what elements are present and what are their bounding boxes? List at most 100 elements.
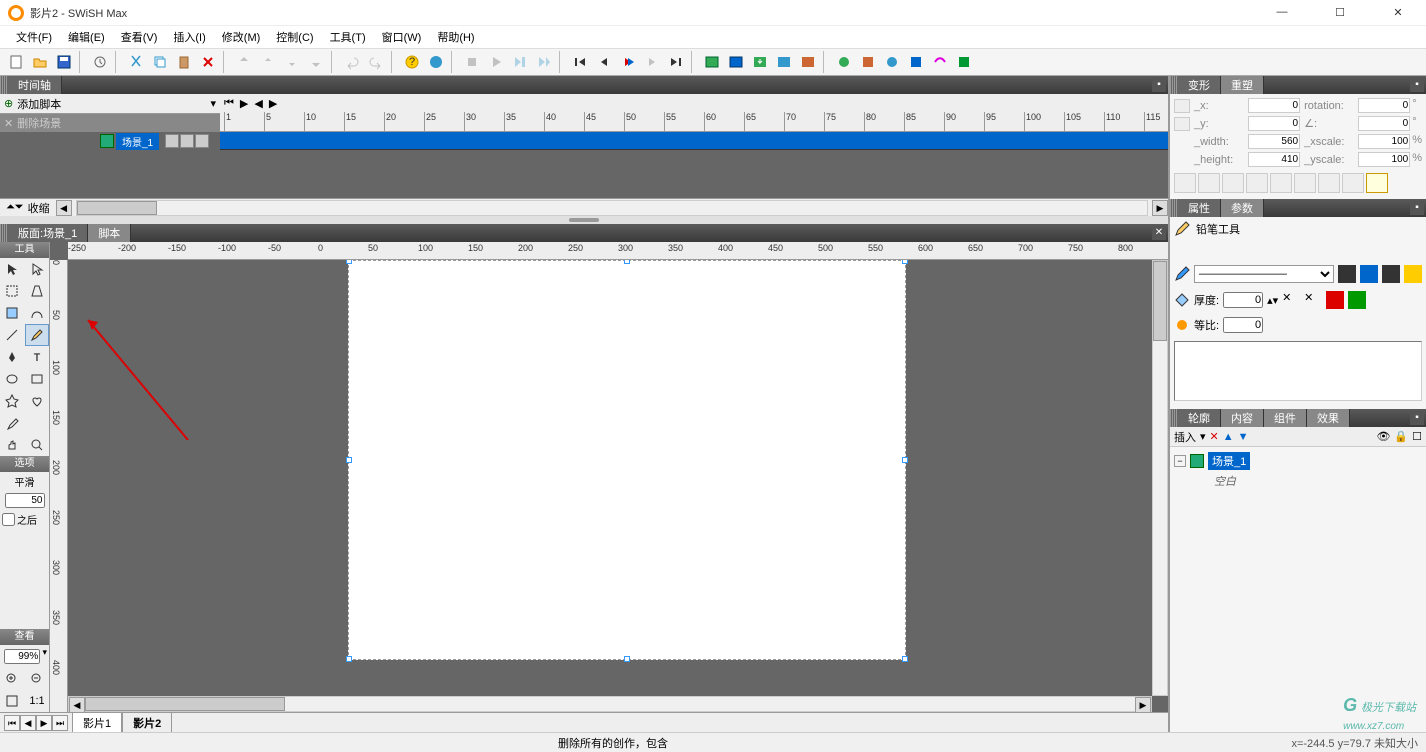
tl-next-icon[interactable]: ▶ — [269, 97, 277, 110]
handle-e[interactable] — [902, 457, 908, 463]
params-tab[interactable]: 参数 — [1221, 199, 1264, 217]
outline-tab[interactable]: 轮廓 — [1178, 409, 1221, 427]
new-button[interactable] — [5, 51, 27, 73]
chscroll-left[interactable]: ◀ — [69, 697, 85, 712]
send-backward-button[interactable] — [281, 51, 303, 73]
tl-first-icon[interactable]: ⏮ — [224, 97, 234, 110]
timeline-close-button[interactable]: ▪ — [1152, 78, 1166, 92]
zoom-in-button[interactable] — [0, 668, 24, 690]
bring-front-button[interactable] — [233, 51, 255, 73]
insert-label[interactable]: 插入 — [1174, 429, 1196, 445]
outline-icon[interactable] — [195, 134, 209, 148]
panel-grip-icon[interactable] — [1170, 409, 1178, 427]
open-button[interactable] — [29, 51, 51, 73]
tf-btn-7[interactable] — [1318, 173, 1340, 193]
menu-view[interactable]: 查看(V) — [115, 27, 164, 47]
add-script-bar[interactable]: ⊕ 添加脚本 ▾ — [0, 94, 220, 114]
tool-c-button[interactable] — [881, 51, 903, 73]
handle-ne[interactable] — [902, 260, 908, 264]
panel-grip-icon[interactable] — [0, 224, 8, 242]
tf-btn-2[interactable] — [1198, 173, 1220, 193]
timeline-hscroll[interactable] — [76, 200, 1148, 216]
delete-button[interactable] — [197, 51, 219, 73]
star-tool[interactable] — [0, 390, 24, 412]
handle-sw[interactable] — [346, 656, 352, 662]
lasso-tool[interactable] — [0, 280, 24, 302]
bring-forward-button[interactable] — [257, 51, 279, 73]
play-button[interactable] — [485, 51, 507, 73]
script-tab[interactable]: 脚本 — [88, 224, 131, 242]
handle-w[interactable] — [346, 457, 352, 463]
tab-next-button[interactable]: ▶ — [36, 715, 52, 731]
play-effect-button[interactable] — [533, 51, 555, 73]
zoom-input[interactable] — [4, 649, 40, 664]
zoom-fit-button[interactable] — [0, 690, 24, 712]
ellipse-tool[interactable] — [0, 368, 24, 390]
export-html-button[interactable] — [773, 51, 795, 73]
undo-button[interactable] — [341, 51, 363, 73]
hscroll-left-button[interactable]: ◀ — [56, 200, 72, 216]
horizontal-ruler[interactable]: -250-200-150-100-50050100150200250300350… — [68, 242, 1168, 260]
test-movie-button[interactable] — [701, 51, 723, 73]
ratio-input[interactable] — [1223, 317, 1263, 333]
subselect-tool[interactable] — [25, 258, 49, 280]
scene-name[interactable]: 场景_1 — [116, 133, 159, 150]
perspective-tool[interactable] — [25, 280, 49, 302]
menu-edit[interactable]: 编辑(E) — [62, 27, 111, 47]
tool-e-button[interactable] — [929, 51, 951, 73]
visibility-icon[interactable] — [165, 134, 179, 148]
tl-play-icon[interactable]: ▶ — [240, 97, 248, 110]
effects-tab[interactable]: 效果 — [1307, 409, 1350, 427]
ol-lock-icon[interactable]: 🔒 — [1394, 430, 1408, 443]
smooth-input[interactable] — [5, 493, 45, 508]
tf-btn-3[interactable] — [1222, 173, 1244, 193]
paste-button[interactable] — [173, 51, 195, 73]
canvas-hscroll[interactable]: ◀ ▶ — [68, 696, 1152, 712]
menu-modify[interactable]: 修改(M) — [216, 27, 267, 47]
export-swf-button[interactable] — [749, 51, 771, 73]
tool-b-button[interactable] — [857, 51, 879, 73]
layout-close-button[interactable]: ✕ — [1152, 226, 1166, 240]
menu-help[interactable]: 帮助(H) — [431, 27, 480, 47]
stroke-icon[interactable] — [1174, 266, 1190, 282]
cap3-icon[interactable] — [1382, 265, 1400, 283]
play-scene-button[interactable] — [509, 51, 531, 73]
first-frame-button[interactable] — [569, 51, 591, 73]
tf-btn-8[interactable] — [1342, 173, 1364, 193]
close-button[interactable]: ✕ — [1378, 6, 1418, 19]
handle-n[interactable] — [624, 260, 630, 264]
canvas-vscroll[interactable] — [1152, 260, 1168, 696]
stroke-style-select[interactable]: ———————— — [1194, 265, 1334, 283]
prev-frame-button[interactable] — [593, 51, 615, 73]
select-tool[interactable] — [0, 258, 24, 280]
skew-input[interactable] — [1358, 116, 1410, 131]
timeline-track[interactable] — [220, 132, 1168, 198]
reshape-tab[interactable]: 重塑 — [1221, 76, 1264, 94]
yscale-input[interactable] — [1358, 152, 1410, 167]
maximize-button[interactable]: ☐ — [1320, 6, 1360, 19]
transform-close-button[interactable]: ▪ — [1410, 78, 1424, 92]
tf-btn-6[interactable] — [1294, 173, 1316, 193]
eyedropper-tool[interactable] — [0, 412, 24, 434]
rotation-input[interactable] — [1358, 98, 1410, 113]
thickness-input[interactable] — [1223, 292, 1263, 308]
minimize-button[interactable]: — — [1262, 6, 1302, 19]
components-tab[interactable]: 组件 — [1264, 409, 1307, 427]
lock-xy-icon[interactable] — [1174, 117, 1190, 131]
cap4-icon[interactable] — [1404, 265, 1422, 283]
layout-tab[interactable]: 版面: 场景_1 — [8, 224, 88, 242]
tab-prev-button[interactable]: ◀ — [20, 715, 36, 731]
tool-f-button[interactable] — [953, 51, 975, 73]
handle-se[interactable] — [902, 656, 908, 662]
motion-path-tool[interactable] — [25, 302, 49, 324]
delete-scene-row[interactable]: ✕ 删除场景 — [0, 114, 220, 132]
hscroll-right-button[interactable]: ▶ — [1152, 200, 1168, 216]
link-button[interactable] — [425, 51, 447, 73]
x-input[interactable] — [1248, 98, 1300, 113]
doc-tab-1[interactable]: 影片1 — [72, 712, 122, 732]
tl-prev-icon[interactable]: ◀ — [254, 97, 262, 110]
panel-grip-icon[interactable] — [0, 76, 8, 94]
canvas-stage[interactable] — [68, 260, 1152, 696]
canvas-document[interactable] — [348, 260, 906, 660]
tool-a-button[interactable] — [833, 51, 855, 73]
